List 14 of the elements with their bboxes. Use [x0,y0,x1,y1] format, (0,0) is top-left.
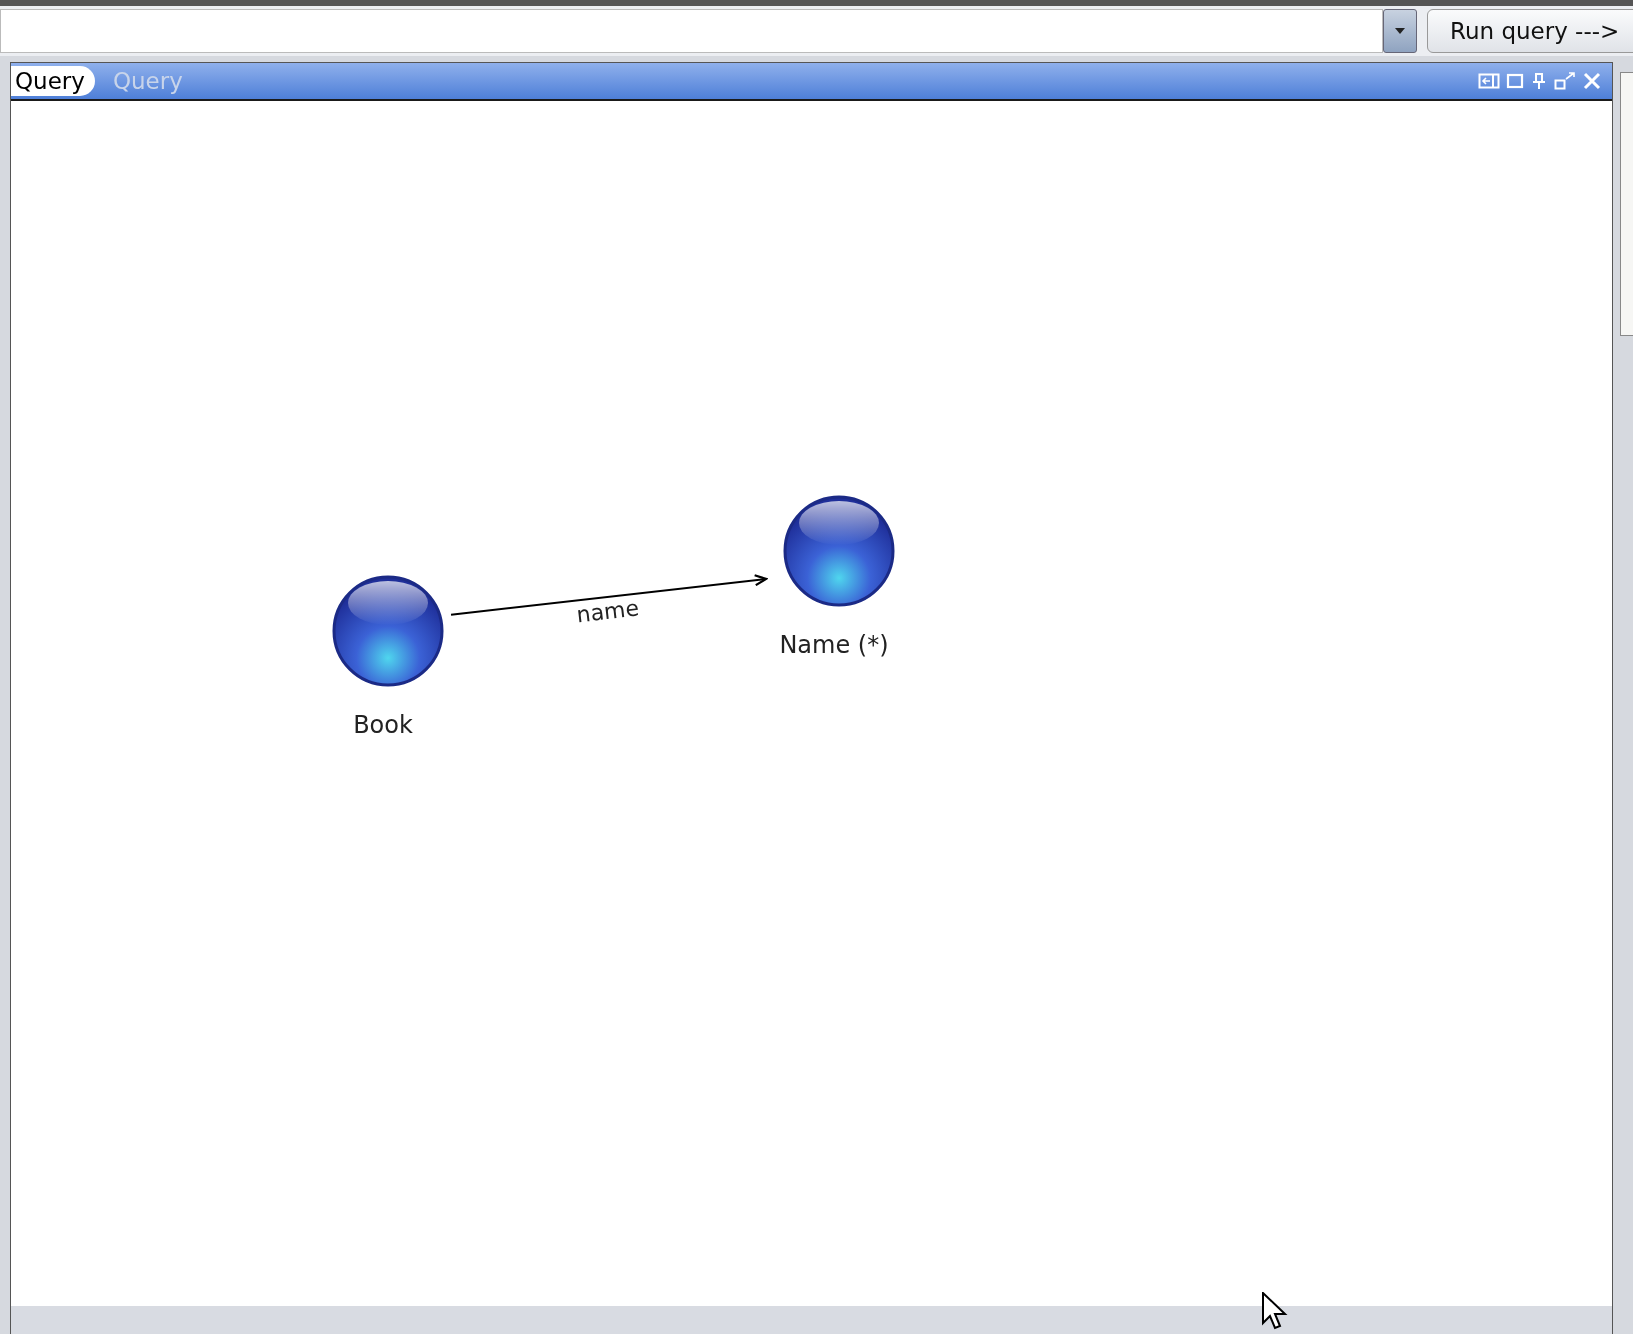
caret-icon [1394,27,1406,35]
restore-panel-icon[interactable] [1478,72,1500,90]
node-label: Name (*) [779,631,889,659]
close-icon[interactable] [1582,72,1602,90]
float-window-icon[interactable] [1554,72,1576,90]
run-query-button[interactable]: Run query ---> [1427,9,1633,53]
pin-icon[interactable] [1530,72,1548,90]
maximize-icon[interactable] [1506,72,1524,90]
dropdown-button[interactable] [1383,9,1417,53]
query-input-field[interactable] [0,9,1383,53]
panel-tab[interactable]: Query [11,66,95,96]
node-label: Book [353,711,413,739]
side-tab[interactable] [1620,72,1633,336]
edge-label: name [575,595,641,628]
